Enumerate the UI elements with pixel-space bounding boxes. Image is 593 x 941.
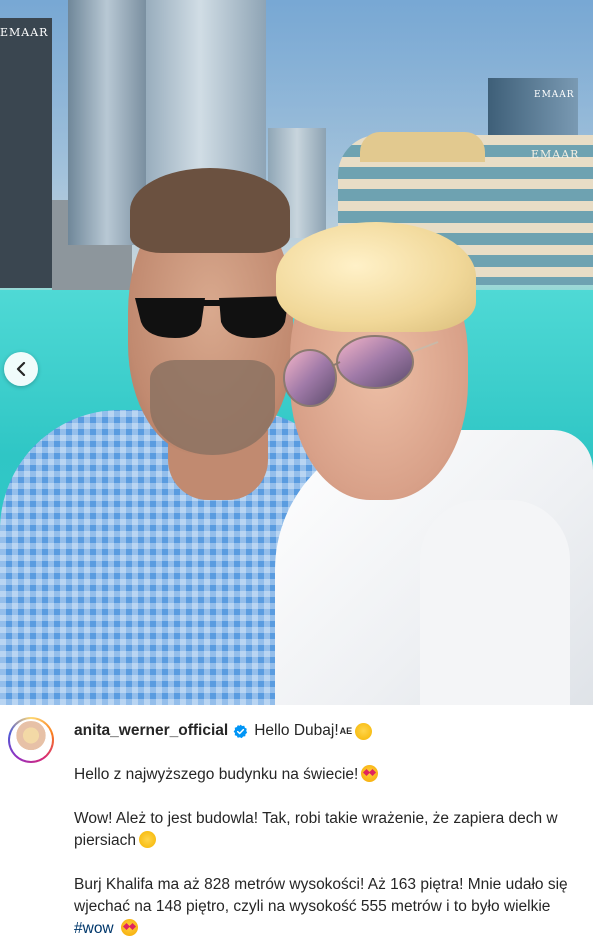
hashtag-link[interactable]: #wow — [74, 920, 114, 937]
winking-face-icon — [355, 722, 373, 740]
woman-top — [420, 500, 570, 705]
username-link[interactable]: anita_werner_official — [74, 720, 228, 742]
building-left — [0, 18, 52, 288]
carousel-prev-button[interactable] — [4, 352, 38, 386]
post-caption: anita_werner_official Hello Dubaj! AE Hel… — [0, 705, 593, 940]
dubai-mall-roof — [360, 132, 485, 162]
caption-paragraph-3: Burj Khalifa ma aż 828 metrów wysokości!… — [74, 876, 568, 937]
caption-headline: Hello Dubaj! — [254, 722, 339, 739]
avatar-image — [12, 721, 50, 759]
caption-paragraph-2: Wow! Ależ to jest budowla! Tak, robi tak… — [74, 810, 558, 849]
flushed-face-icon — [139, 831, 157, 848]
emaar-sign-mall: EMAAR — [531, 148, 580, 161]
emaar-sign-tower: EMAAR — [534, 90, 575, 100]
woman-sunglasses — [283, 335, 439, 407]
woman-hair — [276, 222, 476, 332]
emaar-sign-left: EMAAR — [0, 26, 49, 39]
uae-flag-icon: AE — [339, 726, 353, 736]
star-struck-icon — [361, 765, 379, 782]
post-photo: EMAAR EMAAR EMAAR — [0, 0, 593, 705]
verified-badge-icon — [233, 724, 248, 738]
caption-body: anita_werner_official Hello Dubaj! AE Hel… — [74, 717, 573, 940]
star-struck-icon — [120, 919, 138, 936]
man-hair — [130, 168, 290, 253]
avatar[interactable] — [8, 717, 54, 763]
chevron-left-icon — [16, 362, 26, 376]
man-sunglasses — [135, 296, 289, 338]
caption-paragraph-1: Hello z najwyższego budynku na świecie! — [74, 764, 573, 786]
caption-header: anita_werner_official Hello Dubaj! AE — [74, 720, 573, 742]
man-beard — [150, 360, 275, 455]
